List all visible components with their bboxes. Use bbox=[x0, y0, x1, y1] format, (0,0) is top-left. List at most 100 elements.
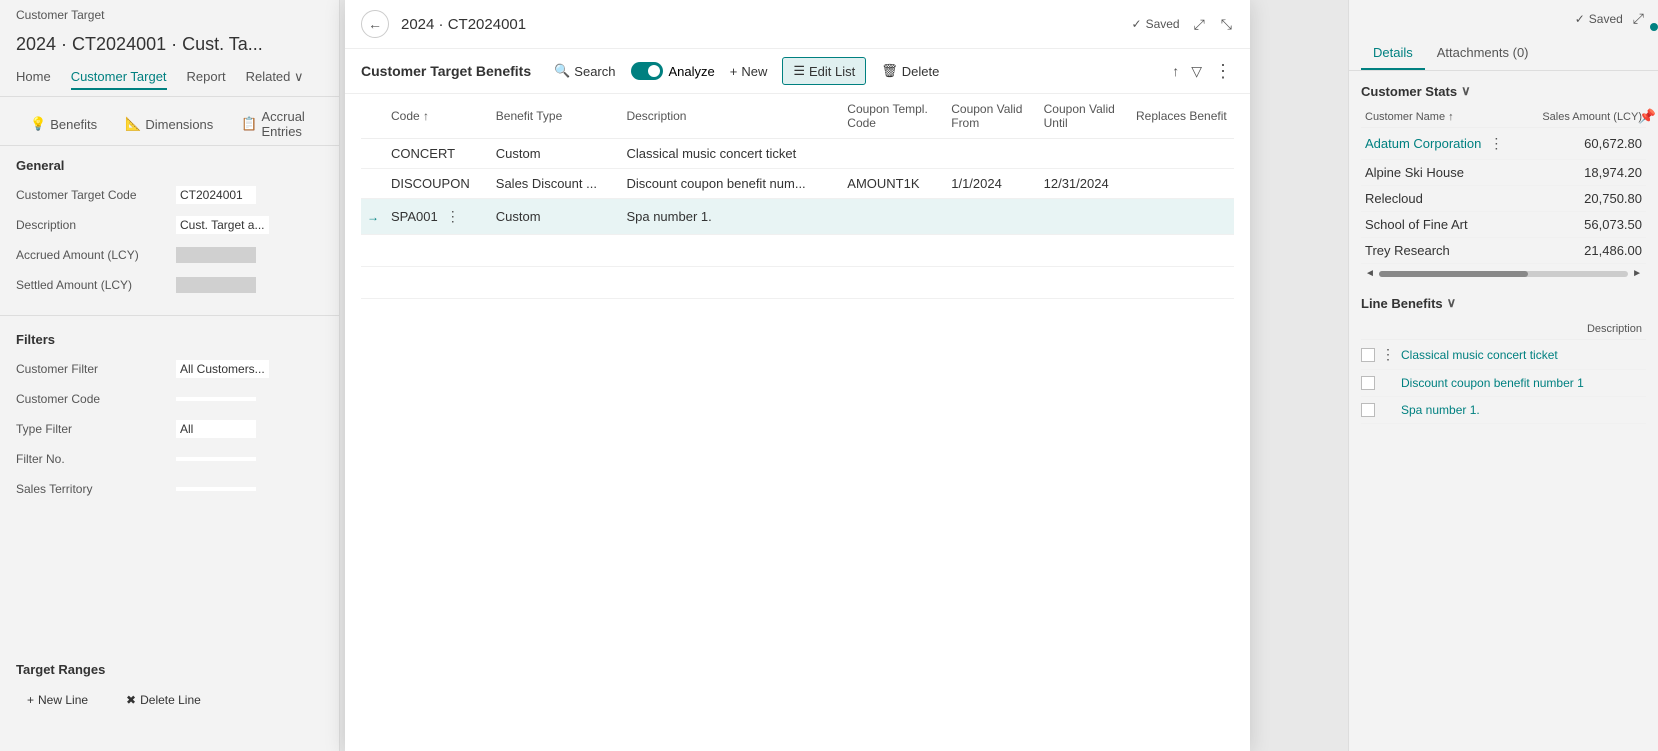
col-replaces: Replaces Benefit bbox=[1130, 94, 1234, 139]
left-tab-bar: 💡 Benefits 📐 Dimensions 📋 Accrual Entrie… bbox=[0, 97, 339, 146]
cell-description: Classical music concert ticket bbox=[620, 139, 841, 169]
field-customer-target-code: Customer Target Code CT2024001 bbox=[16, 183, 323, 207]
edit-list-button[interactable]: ☰ Edit List bbox=[782, 57, 866, 85]
benefit-row: Discount coupon benefit number 1 bbox=[1361, 370, 1646, 397]
new-line-button[interactable]: + New Line bbox=[16, 687, 99, 713]
cell-coupon-until bbox=[1038, 199, 1130, 235]
dimensions-icon: 📐 bbox=[125, 116, 141, 132]
target-ranges-title: Target Ranges bbox=[16, 662, 323, 677]
line-benefits-title: Line Benefits ∨ bbox=[1361, 295, 1646, 311]
left-panel: Customer Target 2024 · CT2024001 · Cust.… bbox=[0, 0, 340, 751]
nav-home[interactable]: Home bbox=[16, 69, 51, 90]
customer-stats-row: Adatum Corporation ⋮ 60,672.80 bbox=[1361, 128, 1646, 160]
cell-replaces bbox=[1130, 169, 1234, 199]
field-accrued-amount: Accrued Amount (LCY) bbox=[16, 243, 323, 267]
scroll-right-icon[interactable]: ► bbox=[1632, 268, 1642, 279]
customer-stats-section: Customer Stats ∨ Customer Name ↑ Sales A… bbox=[1349, 71, 1658, 295]
scrollbar-track[interactable] bbox=[1379, 271, 1628, 277]
sort-icon: ↑ bbox=[423, 109, 429, 123]
col-coupon-templ: Coupon Templ. Code bbox=[841, 94, 945, 139]
accrual-icon: 📋 bbox=[241, 116, 257, 132]
share-icon[interactable]: ↑ bbox=[1170, 61, 1181, 81]
nav-report[interactable]: Report bbox=[187, 69, 226, 90]
right-saved-status: ✓ Saved bbox=[1575, 12, 1623, 26]
modal-header-actions: ✓ Saved ⤢ ⤡ bbox=[1132, 14, 1235, 35]
filters-section: Filters Customer Filter All Customers...… bbox=[0, 320, 339, 515]
line-benefits-section: Line Benefits ∨ Description ⋮ Classical … bbox=[1349, 295, 1658, 436]
table-row-empty bbox=[361, 235, 1234, 267]
expand-icon[interactable]: ⤢ bbox=[1192, 14, 1207, 35]
customer-stats-row: School of Fine Art 56,073.50 bbox=[1361, 212, 1646, 238]
customer-row-menu[interactable]: ⋮ bbox=[1485, 133, 1507, 154]
tab-details[interactable]: Details bbox=[1361, 37, 1425, 70]
general-title: General bbox=[16, 158, 323, 173]
breadcrumb: Customer Target bbox=[16, 8, 104, 22]
modal-header: ← 2024 · CT2024001 ✓ Saved ⤢ ⤡ bbox=[345, 0, 1250, 49]
delete-line-button[interactable]: ✖ Delete Line bbox=[115, 687, 212, 713]
benefit-checkbox[interactable] bbox=[1361, 376, 1375, 390]
back-icon: ← bbox=[368, 16, 382, 32]
modal-title: 2024 · CT2024001 bbox=[401, 16, 526, 33]
benefits-table: Code ↑ Benefit Type Description Coupon T… bbox=[361, 94, 1234, 299]
cell-benefit-type: Custom bbox=[490, 199, 621, 235]
tab-benefits[interactable]: 💡 Benefits bbox=[16, 103, 111, 145]
line-benefits-col-header: Description bbox=[1361, 319, 1646, 340]
tab-attachments[interactable]: Attachments (0) bbox=[1425, 37, 1541, 70]
table-row[interactable]: DISCOUPON Sales Discount ... Discount co… bbox=[361, 169, 1234, 199]
field-type-filter: Type Filter All bbox=[16, 417, 323, 441]
benefit-checkbox[interactable] bbox=[1361, 403, 1375, 417]
scroll-left-icon[interactable]: ◄ bbox=[1365, 268, 1375, 279]
row-context-menu[interactable]: ⋮ bbox=[442, 206, 464, 227]
cell-code: CONCERT bbox=[385, 139, 490, 169]
row-indicator bbox=[361, 139, 385, 169]
benefit-row: ⋮ Classical music concert ticket bbox=[1361, 340, 1646, 370]
cell-coupon-templ bbox=[841, 199, 945, 235]
right-tabs: Details Attachments (0) bbox=[1349, 37, 1658, 71]
tab-accrual-entries[interactable]: 📋 Accrual Entries bbox=[227, 103, 323, 145]
customer-amount: 21,486.00 bbox=[1527, 238, 1646, 264]
cell-replaces bbox=[1130, 139, 1234, 169]
search-button[interactable]: 🔍 Search bbox=[543, 57, 626, 85]
nav-customer-target[interactable]: Customer Target bbox=[71, 69, 167, 90]
field-sales-territory: Sales Territory bbox=[16, 477, 323, 501]
left-nav: Home Customer Target Report Related ∨ bbox=[0, 63, 339, 97]
analyze-switch[interactable] bbox=[631, 62, 663, 80]
delete-line-icon: ✖ bbox=[126, 693, 136, 707]
customer-link-adatum[interactable]: Adatum Corporation bbox=[1365, 136, 1481, 151]
customer-stats-table: Customer Name ↑ Sales Amount (LCY) Adatu… bbox=[1361, 107, 1646, 264]
customer-name: Relecloud bbox=[1361, 186, 1527, 212]
line-benefits-chevron[interactable]: ∨ bbox=[1447, 295, 1457, 311]
new-line-icon: + bbox=[27, 693, 34, 707]
fullscreen-icon[interactable]: ⤡ bbox=[1219, 14, 1234, 35]
filter-icon[interactable]: ▽ bbox=[1189, 61, 1204, 82]
toolbar-title: Customer Target Benefits bbox=[361, 63, 531, 79]
benefit-checkbox[interactable] bbox=[1361, 348, 1375, 362]
search-icon: 🔍 bbox=[554, 63, 570, 79]
cell-coupon-from bbox=[945, 199, 1037, 235]
col-code[interactable]: Code ↑ bbox=[385, 94, 490, 139]
new-button[interactable]: + New bbox=[719, 58, 779, 85]
right-expand-icon[interactable]: ⤢ bbox=[1631, 8, 1646, 29]
tab-dimensions[interactable]: 📐 Dimensions bbox=[111, 103, 227, 145]
benefit-row-menu[interactable]: ⋮ bbox=[1381, 346, 1395, 363]
pin-icon[interactable]: 📌 bbox=[1639, 108, 1656, 124]
table-row[interactable]: → SPA001 ⋮ Custom Spa number 1. bbox=[361, 199, 1234, 235]
customer-stats-scrollbar: ◄ ► bbox=[1361, 264, 1646, 283]
nav-related[interactable]: Related ∨ bbox=[246, 69, 304, 90]
delete-button[interactable]: 🗑 Delete bbox=[870, 57, 950, 85]
customer-stats-chevron[interactable]: ∨ bbox=[1461, 83, 1471, 99]
more-options-icon[interactable]: ⋮ bbox=[1212, 59, 1234, 84]
customer-stats-title: Customer Stats ∨ bbox=[1361, 83, 1646, 99]
analyze-toggle[interactable]: Analyze bbox=[631, 62, 715, 80]
cell-replaces bbox=[1130, 199, 1234, 235]
right-saved-check-icon: ✓ bbox=[1575, 12, 1585, 26]
customer-amount: 20,750.80 bbox=[1527, 186, 1646, 212]
table-row[interactable]: CONCERT Custom Classical music concert t… bbox=[361, 139, 1234, 169]
back-button[interactable]: ← bbox=[361, 10, 389, 38]
col-sales-amount: Sales Amount (LCY) bbox=[1527, 107, 1646, 128]
field-filter-no: Filter No. bbox=[16, 447, 323, 471]
customer-name: Trey Research bbox=[1361, 238, 1527, 264]
cell-coupon-templ: AMOUNT1K bbox=[841, 169, 945, 199]
general-section: General Customer Target Code CT2024001 D… bbox=[0, 146, 339, 311]
new-icon: + bbox=[730, 64, 738, 79]
